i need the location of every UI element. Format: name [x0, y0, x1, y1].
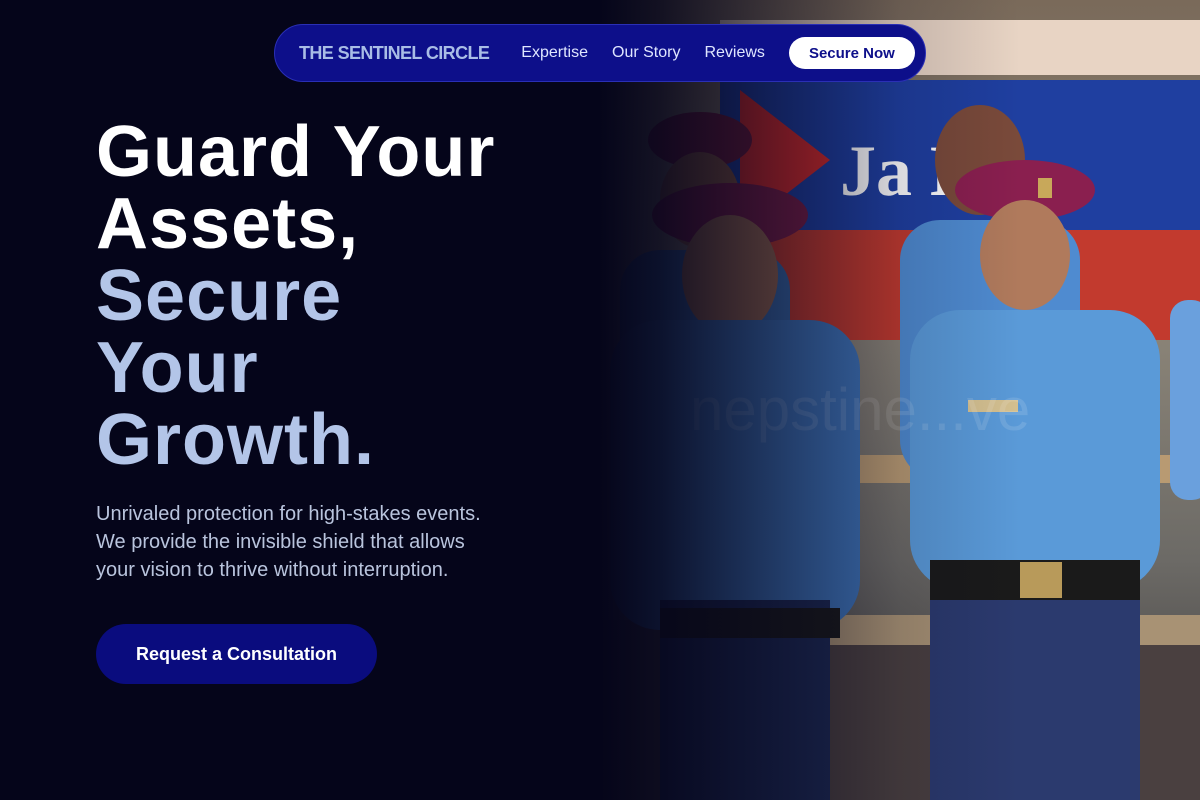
nav-link-reviews[interactable]: Reviews	[704, 44, 764, 62]
request-consultation-button[interactable]: Request a Consultation	[96, 624, 377, 684]
hero-photo-illustration: Ja Ba nepstine...ve	[600, 20, 1200, 800]
headline-line-2: Assets,	[96, 184, 360, 264]
brand-logo[interactable]: THE SENTINEL CIRCLE	[299, 43, 490, 64]
nav-link-expertise[interactable]: Expertise	[521, 44, 588, 62]
headline-line-3: Secure	[96, 256, 343, 336]
officer-edge	[1170, 300, 1200, 500]
hero-subtext: Unrivaled protection for high-stakes eve…	[96, 503, 481, 581]
nav-link-our-story[interactable]: Our Story	[612, 44, 680, 62]
hero-headline: Guard Your Assets, Secure Your Growth.	[96, 116, 556, 476]
headline-line-4: Your	[96, 328, 259, 408]
secure-now-button[interactable]: Secure Now	[788, 37, 915, 69]
image-watermark: nepstine...ve	[690, 376, 1030, 443]
headline-line-5: Growth.	[96, 400, 375, 480]
top-nav: THE SENTINEL CIRCLE Expertise Our Story …	[274, 24, 926, 82]
hero-photo: Ja Ba nepstine...ve	[600, 0, 1200, 800]
headline-line-1: Guard Your	[96, 112, 496, 192]
